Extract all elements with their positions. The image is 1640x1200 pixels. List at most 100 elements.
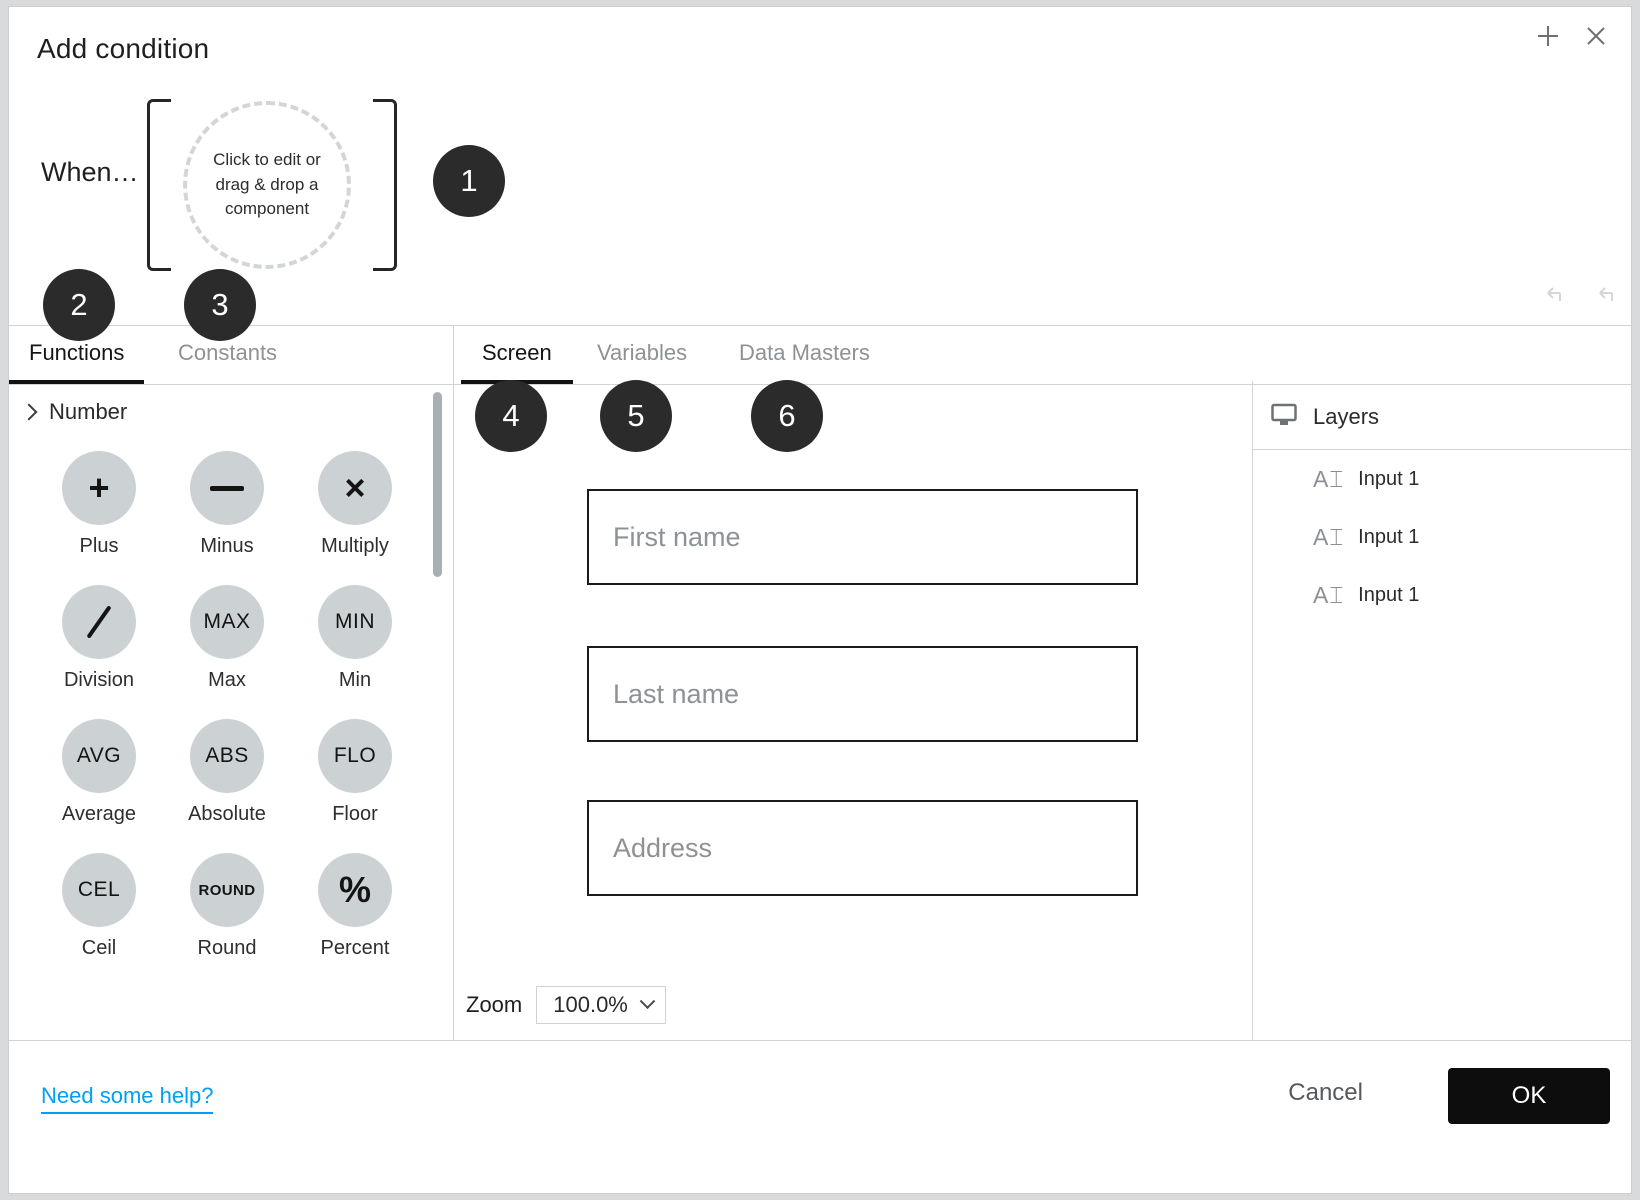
last-name-placeholder: Last name	[613, 678, 740, 709]
function-plus[interactable]: + Plus	[35, 451, 163, 558]
tab-data-masters[interactable]: Data Masters	[739, 340, 870, 366]
function-label: Percent	[320, 937, 390, 959]
text-input-icon: A⌶	[1313, 581, 1345, 608]
ok-button[interactable]: OK	[1448, 1068, 1610, 1124]
tab-variables[interactable]: Variables	[597, 340, 687, 366]
functions-panel: Number + Plus Minus × Multiply Division MAX Max…	[9, 385, 453, 1040]
tab-constants[interactable]: Constants	[178, 340, 277, 366]
annotation-badge-3: 3	[184, 269, 256, 341]
function-label: Max	[208, 669, 246, 691]
functions-scrollbar[interactable]	[433, 392, 442, 577]
first-name-input[interactable]: First name	[587, 489, 1138, 585]
layers-title: Layers	[1313, 404, 1380, 429]
component-dropzone[interactable]: Click to edit or drag & drop a component	[183, 101, 351, 269]
chevron-right-icon	[20, 403, 38, 421]
function-minus[interactable]: Minus	[163, 451, 291, 558]
condition-row: When… Click to edit or drag & drop a com…	[9, 89, 1631, 289]
function-minus-icon	[190, 451, 264, 525]
add-condition-dialog: Add condition When… Click to edit or dra…	[8, 6, 1632, 1194]
layer-item[interactable]: A⌶ Input 1	[1253, 508, 1631, 566]
function-label: Average	[61, 803, 137, 825]
function-abbr: FLO	[333, 744, 377, 767]
tab-functions[interactable]: Functions	[9, 340, 145, 384]
function-multiply[interactable]: × Multiply	[291, 451, 419, 558]
zoom-control: Zoom 100.0%	[466, 986, 666, 1024]
function-abbr: MAX	[203, 610, 251, 633]
bracket-left-icon	[147, 99, 171, 271]
function-min-icon: MIN	[318, 585, 392, 659]
function-round-icon: ROUND	[190, 853, 264, 927]
dialog-title: Add condition	[37, 33, 210, 64]
function-abbr: ×	[344, 467, 366, 508]
function-average-icon: AVG	[62, 719, 136, 793]
function-label: Min	[338, 669, 372, 691]
function-ceil[interactable]: CEL Ceil	[35, 853, 163, 960]
zoom-select[interactable]: 100.0%	[536, 986, 666, 1024]
layers-header: Layers	[1253, 385, 1631, 450]
annotation-badge-6: 6	[751, 380, 823, 452]
function-division-icon	[62, 585, 136, 659]
function-label: Ceil	[81, 937, 117, 959]
function-multiply-icon: ×	[318, 451, 392, 525]
layer-item-label: Input 1	[1358, 583, 1420, 606]
slash-icon	[86, 605, 112, 639]
annotation-badge-2: 2	[43, 269, 115, 341]
address-input[interactable]: Address	[587, 800, 1138, 896]
function-max-icon: MAX	[190, 585, 264, 659]
header-actions	[1535, 23, 1609, 49]
function-division[interactable]: Division	[35, 585, 163, 692]
history-actions	[1539, 285, 1617, 311]
zoom-value: 100.0%	[553, 992, 628, 1017]
function-average[interactable]: AVG Average	[35, 719, 163, 826]
function-label: Floor	[332, 803, 378, 825]
function-absolute[interactable]: ABS Absolute	[163, 719, 291, 826]
function-abbr: +	[88, 467, 110, 508]
layer-item-label: Input 1	[1358, 525, 1420, 548]
layers-list: A⌶ Input 1 A⌶ Input 1 A⌶ Input 1	[1253, 450, 1631, 624]
function-ceil-icon: CEL	[62, 853, 136, 927]
text-input-icon: A⌶	[1313, 465, 1345, 492]
minus-bar-icon	[210, 485, 244, 491]
layer-item[interactable]: A⌶ Input 1	[1253, 566, 1631, 624]
address-placeholder: Address	[613, 832, 713, 863]
function-max[interactable]: MAX Max	[163, 585, 291, 692]
function-label: Division	[63, 669, 135, 691]
monitor-icon	[1271, 403, 1297, 432]
close-icon[interactable]	[1583, 23, 1609, 49]
chevron-down-icon	[639, 992, 656, 1009]
function-label: Plus	[79, 535, 119, 557]
help-link[interactable]: Need some help?	[41, 1083, 214, 1114]
function-plus-icon: +	[62, 451, 136, 525]
tab-screen[interactable]: Screen	[461, 340, 573, 384]
function-abbr: ROUND	[198, 881, 256, 899]
zoom-label: Zoom	[466, 992, 523, 1017]
function-floor-icon: FLO	[318, 719, 392, 793]
screen-canvas: First name Last name Address Zoom 100.0%	[454, 385, 1252, 1040]
function-grid: + Plus Minus × Multiply Division MAX Max MIN Min A…	[35, 451, 425, 960]
function-percent[interactable]: % Percent	[291, 853, 419, 960]
annotation-badge-4: 4	[475, 380, 547, 452]
function-group-number[interactable]: Number	[20, 399, 128, 425]
annotation-badge-1: 1	[433, 145, 505, 217]
bracket-right-icon	[373, 99, 397, 271]
function-percent-icon: %	[318, 853, 392, 927]
function-label: Round	[197, 937, 257, 959]
layers-panel: Layers A⌶ Input 1 A⌶ Input 1 A⌶ Input 1	[1253, 385, 1631, 1040]
function-label: Minus	[200, 535, 254, 557]
add-icon[interactable]	[1535, 23, 1561, 49]
undo-icon[interactable]	[1539, 285, 1565, 311]
layer-item-label: Input 1	[1358, 467, 1420, 490]
function-round[interactable]: ROUND Round	[163, 853, 291, 960]
function-floor[interactable]: FLO Floor	[291, 719, 419, 826]
function-abbr: CEL	[77, 878, 121, 901]
function-label: Absolute	[188, 803, 266, 825]
cancel-button[interactable]: Cancel	[1288, 1079, 1363, 1107]
layer-item[interactable]: A⌶ Input 1	[1253, 450, 1631, 508]
function-abbr: ABS	[205, 744, 249, 767]
function-group-label: Number	[49, 399, 128, 424]
redo-icon[interactable]	[1591, 285, 1617, 311]
text-input-icon: A⌶	[1313, 523, 1345, 550]
function-min[interactable]: MIN Min	[291, 585, 419, 692]
annotation-badge-5: 5	[600, 380, 672, 452]
last-name-input[interactable]: Last name	[587, 646, 1138, 742]
